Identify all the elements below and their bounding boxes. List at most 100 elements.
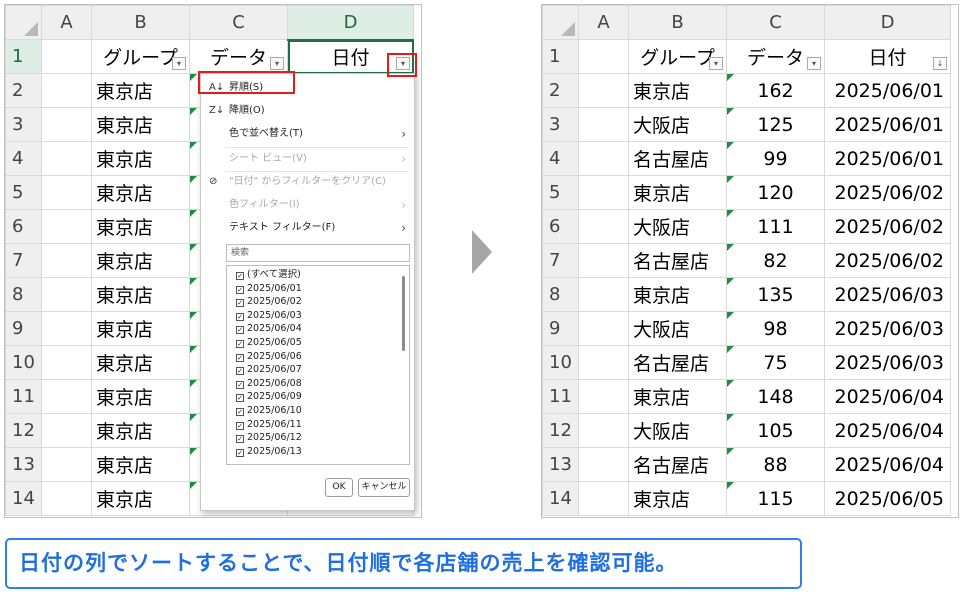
date-cell[interactable]: 2025/06/02 bbox=[824, 243, 951, 278]
checkbox-checked-icon[interactable]: ✓ bbox=[236, 299, 244, 308]
cell[interactable] bbox=[578, 107, 629, 142]
value-cell[interactable]: 75 bbox=[726, 345, 825, 380]
date-cell[interactable]: 2025/06/02 bbox=[824, 209, 951, 244]
color-filter-item[interactable]: 色フィルター(I) › bbox=[201, 194, 414, 216]
value-cell[interactable]: 135 bbox=[726, 277, 825, 312]
checkbox-checked-icon[interactable]: ✓ bbox=[236, 326, 244, 335]
column-header-a[interactable]: A bbox=[578, 5, 629, 40]
group-cell[interactable]: 東京店 bbox=[91, 481, 190, 516]
cell[interactable] bbox=[41, 175, 92, 210]
filter-dropdown-button[interactable]: ▾ bbox=[270, 57, 284, 70]
row-header[interactable]: 10 bbox=[5, 345, 42, 380]
filter-value-item[interactable]: ✓ 2025/06/10 bbox=[236, 404, 302, 418]
group-cell[interactable]: 東京店 bbox=[91, 73, 190, 108]
row-header[interactable]: 14 bbox=[542, 481, 579, 516]
value-cell[interactable]: 82 bbox=[726, 243, 825, 278]
checkbox-checked-icon[interactable]: ✓ bbox=[236, 312, 244, 321]
date-cell[interactable]: 2025/06/01 bbox=[824, 107, 951, 142]
value-cell[interactable]: 98 bbox=[726, 311, 825, 346]
group-cell[interactable]: 名古屋店 bbox=[628, 243, 727, 278]
column-header-b[interactable]: B bbox=[628, 5, 727, 40]
group-cell[interactable]: 東京店 bbox=[91, 141, 190, 176]
filter-value-item[interactable]: ✓ (すべて選択) bbox=[236, 268, 301, 282]
sorted-filter-button[interactable]: ↓ bbox=[933, 57, 947, 70]
group-cell[interactable]: 大阪店 bbox=[628, 413, 727, 448]
header-cell-group[interactable]: グループ ▾ bbox=[628, 39, 727, 74]
row-header[interactable]: 5 bbox=[5, 175, 42, 210]
filter-values-list[interactable]: ✓ (すべて選択) ✓ 2025/06/01 ✓ 2025/06/02 ✓ 2025/0… bbox=[226, 265, 410, 465]
header-cell-group[interactable]: グループ ▾ bbox=[91, 39, 190, 74]
cell[interactable] bbox=[578, 175, 629, 210]
row-header[interactable]: 12 bbox=[5, 413, 42, 448]
group-cell[interactable]: 東京店 bbox=[91, 277, 190, 312]
checkbox-checked-icon[interactable]: ✓ bbox=[236, 421, 244, 430]
row-header[interactable]: 6 bbox=[542, 209, 579, 244]
group-cell[interactable]: 名古屋店 bbox=[628, 141, 727, 176]
column-header-c[interactable]: C bbox=[189, 5, 288, 40]
checkbox-checked-icon[interactable]: ✓ bbox=[236, 367, 244, 376]
date-cell[interactable]: 2025/06/04 bbox=[824, 447, 951, 482]
checkbox-checked-icon[interactable]: ✓ bbox=[236, 448, 244, 457]
row-header[interactable]: 13 bbox=[5, 447, 42, 482]
row-header[interactable]: 3 bbox=[5, 107, 42, 142]
filter-value-item[interactable]: ✓ 2025/06/07 bbox=[236, 363, 302, 377]
group-cell[interactable]: 東京店 bbox=[91, 413, 190, 448]
date-cell[interactable]: 2025/06/02 bbox=[824, 175, 951, 210]
group-cell[interactable]: 東京店 bbox=[91, 379, 190, 414]
group-cell[interactable]: 東京店 bbox=[628, 379, 727, 414]
filter-value-item[interactable]: ✓ 2025/06/02 bbox=[236, 295, 302, 309]
cell[interactable] bbox=[578, 243, 629, 278]
cell[interactable] bbox=[41, 107, 92, 142]
group-cell[interactable]: 東京店 bbox=[628, 277, 727, 312]
value-cell[interactable]: 111 bbox=[726, 209, 825, 244]
cell[interactable] bbox=[41, 481, 92, 516]
row-header[interactable]: 12 bbox=[542, 413, 579, 448]
cell[interactable] bbox=[578, 277, 629, 312]
value-cell[interactable]: 162 bbox=[726, 73, 825, 108]
group-cell[interactable]: 東京店 bbox=[91, 345, 190, 380]
row-header[interactable]: 11 bbox=[542, 379, 579, 414]
row-header[interactable]: 5 bbox=[542, 175, 579, 210]
row-header[interactable]: 4 bbox=[5, 141, 42, 176]
group-cell[interactable]: 東京店 bbox=[91, 243, 190, 278]
value-cell[interactable]: 99 bbox=[726, 141, 825, 176]
row-header[interactable]: 4 bbox=[542, 141, 579, 176]
value-cell[interactable]: 105 bbox=[726, 413, 825, 448]
cell[interactable] bbox=[578, 39, 629, 74]
row-header[interactable]: 1 bbox=[5, 39, 42, 74]
cell[interactable] bbox=[41, 447, 92, 482]
date-cell[interactable]: 2025/06/03 bbox=[824, 345, 951, 380]
date-cell[interactable]: 2025/06/01 bbox=[824, 73, 951, 108]
filter-value-item[interactable]: ✓ 2025/06/03 bbox=[236, 309, 302, 323]
filter-dropdown-button[interactable]: ▾ bbox=[172, 57, 186, 70]
text-filter-item[interactable]: テキスト フィルター(F) › bbox=[201, 217, 414, 239]
date-cell[interactable]: 2025/06/01 bbox=[824, 141, 951, 176]
value-cell[interactable]: 125 bbox=[726, 107, 825, 142]
column-header-a[interactable]: A bbox=[41, 5, 92, 40]
column-header-b[interactable]: B bbox=[91, 5, 190, 40]
filter-value-item[interactable]: ✓ 2025/06/09 bbox=[236, 390, 302, 404]
cell[interactable] bbox=[41, 73, 92, 108]
row-header[interactable]: 14 bbox=[5, 481, 42, 516]
value-cell[interactable]: 120 bbox=[726, 175, 825, 210]
filter-value-item[interactable]: ✓ 2025/06/11 bbox=[236, 418, 302, 432]
group-cell[interactable]: 大阪店 bbox=[628, 107, 727, 142]
date-cell[interactable]: 2025/06/03 bbox=[824, 277, 951, 312]
cell[interactable] bbox=[41, 209, 92, 244]
checkbox-checked-icon[interactable]: ✓ bbox=[236, 353, 244, 362]
filter-value-item[interactable]: ✓ 2025/06/06 bbox=[236, 350, 302, 364]
list-scrollbar[interactable] bbox=[402, 276, 405, 351]
filter-value-item[interactable]: ✓ 2025/06/12 bbox=[236, 431, 302, 445]
group-cell[interactable]: 東京店 bbox=[91, 175, 190, 210]
cell[interactable] bbox=[578, 345, 629, 380]
checkbox-checked-icon[interactable]: ✓ bbox=[236, 340, 244, 348]
cell[interactable] bbox=[578, 413, 629, 448]
group-cell[interactable]: 東京店 bbox=[628, 73, 727, 108]
group-cell[interactable]: 東京店 bbox=[91, 447, 190, 482]
sheet-view-item[interactable]: シート ビュー(V) › bbox=[201, 148, 414, 170]
checkbox-checked-icon[interactable]: ✓ bbox=[236, 272, 244, 280]
row-header[interactable]: 9 bbox=[542, 311, 579, 346]
filter-value-item[interactable]: ✓ 2025/06/05 bbox=[236, 336, 302, 350]
cell[interactable] bbox=[41, 379, 92, 414]
filter-dropdown-button[interactable]: ▾ bbox=[709, 57, 723, 70]
